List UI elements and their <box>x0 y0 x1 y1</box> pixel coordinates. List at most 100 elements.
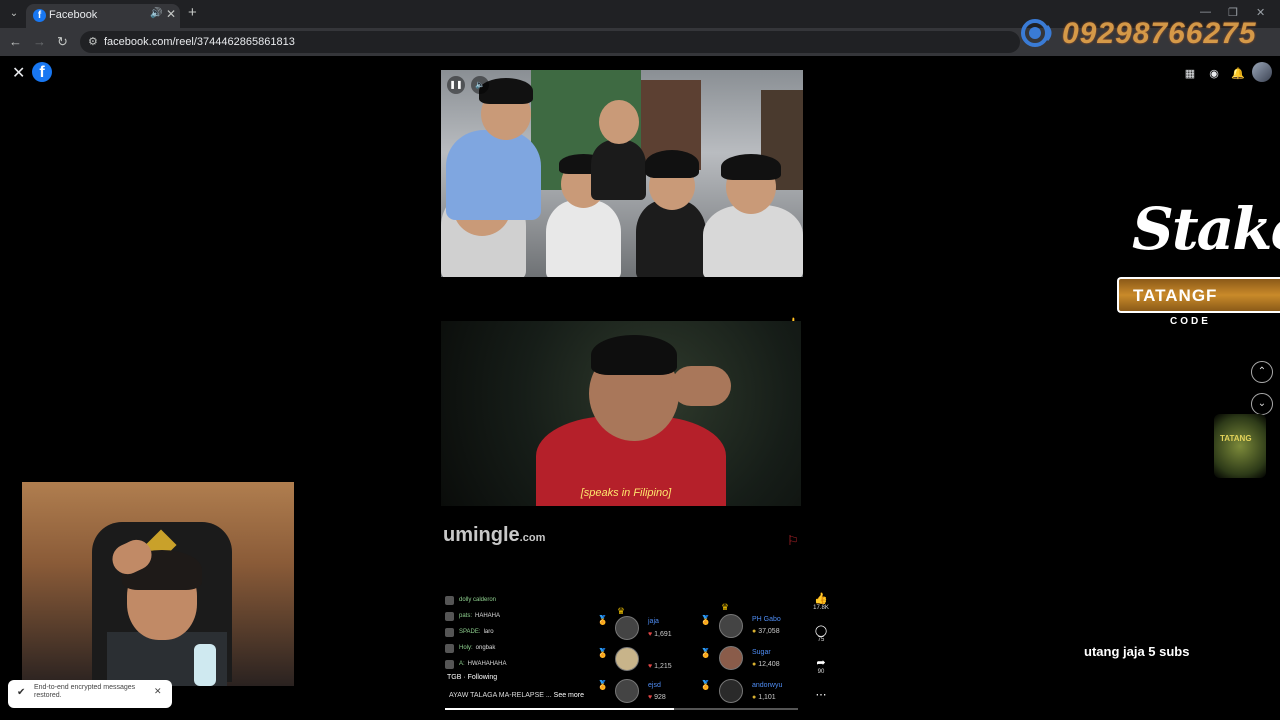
pause-icon[interactable]: ❚❚ <box>447 76 465 94</box>
chat-message: SPADE: laro <box>445 624 595 640</box>
comment-icon[interactable]: ◯ <box>812 624 830 637</box>
person-hair <box>591 335 677 375</box>
chat-message: Holy: ongbak <box>445 640 595 656</box>
close-reel-icon[interactable]: ✕ <box>12 63 25 83</box>
audio-playing-icon[interactable]: 🔊 <box>150 8 162 19</box>
check-icon: ✔ <box>17 687 26 698</box>
more-action[interactable]: ⋯ <box>812 688 830 701</box>
chat-text: laro <box>483 629 494 635</box>
like-count: 17.8K <box>813 605 829 611</box>
owner-name[interactable]: TGB <box>447 674 461 681</box>
chat-avatar <box>445 595 454 605</box>
gifter-name: Sugar <box>752 649 771 656</box>
gifter-avatar <box>615 616 639 640</box>
gifter-value: ● 1,101 <box>752 694 776 701</box>
gifter-name: jaja <box>648 618 659 625</box>
chat-message: dolly calderon <box>445 592 595 608</box>
gifter-avatar <box>615 679 639 703</box>
chat-username: Holy: <box>459 645 473 651</box>
person-hair <box>645 150 699 178</box>
gifter-name: andorwyu <box>752 682 783 689</box>
like-action[interactable]: 👍 17.8K <box>812 592 830 611</box>
crown-icon: ♛ <box>721 602 730 612</box>
profile-avatar[interactable] <box>1252 62 1272 82</box>
comment-action[interactable]: ◯ 75 <box>812 624 830 643</box>
reload-icon[interactable]: ↻ <box>57 34 68 50</box>
comment-count: 75 <box>817 637 825 643</box>
share-action[interactable]: ➦ 90 <box>812 656 830 675</box>
menu-grid-icon[interactable]: ▦ <box>1181 65 1199 83</box>
previous-reel-button[interactable]: ⌃ <box>1251 361 1273 383</box>
reel-owner[interactable]: TGB · Following <box>447 674 497 681</box>
gifter-avatar <box>719 646 743 670</box>
caption-text: AYAW TALAGA MA-RELAPSE ... <box>449 692 552 699</box>
notifications-icon[interactable]: 🔔 <box>1229 65 1247 83</box>
see-more-link[interactable]: See more <box>554 692 584 699</box>
medal-gold-icon: 🏅 <box>597 615 609 625</box>
gifter-name: ejsd <box>648 682 661 689</box>
facebook-logo-icon[interactable]: f <box>32 62 52 82</box>
toast-message: End-to-end encrypted messages restored. <box>34 684 136 699</box>
gifter-value: ● 12,408 <box>752 661 780 668</box>
video-progress-bar[interactable] <box>445 708 798 710</box>
gifter-value-number: 928 <box>654 694 666 701</box>
phone-logo-icon <box>1021 19 1052 47</box>
next-reel-button[interactable]: ⌄ <box>1251 393 1273 415</box>
url-text[interactable]: facebook.com/reel/3744462865861813 <box>104 36 295 48</box>
forward-icon[interactable]: → <box>33 34 46 49</box>
back-icon[interactable]: ← <box>9 34 22 49</box>
person-head <box>599 100 639 144</box>
chat-username: SPADE: <box>459 629 481 635</box>
chat-username: dolly calderon <box>459 597 497 603</box>
gifter-value-number: 1,691 <box>654 631 672 638</box>
chat-text: HAHAHA <box>475 613 501 619</box>
medal-bronze-icon: 🏅 <box>597 680 609 690</box>
person <box>636 200 706 277</box>
volume-icon[interactable]: 🔈 <box>471 76 489 94</box>
omnibox[interactable]: ⚙ facebook.com/reel/3744462865861813 <box>80 31 1020 53</box>
following-label[interactable]: · Following <box>463 674 497 681</box>
tab-close-button[interactable]: ✕ <box>166 7 176 21</box>
reel-caption: AYAW TALAGA MA-RELAPSE ... See more <box>449 692 584 699</box>
chat-username: pats: <box>459 613 473 619</box>
chat-message: A: HWAHAHAHA <box>445 656 595 672</box>
gifter-value: ♥ 928 <box>648 694 666 701</box>
toast-close-icon[interactable]: ✕ <box>154 686 162 697</box>
subs-note-overlay: utang jaja 5 subs <box>1084 644 1190 659</box>
gifter-value-number: 37,058 <box>758 628 780 635</box>
stake-logo: Stake <box>1132 195 1280 263</box>
reel-video-bottom[interactable]: [speaks in Filipino] <box>441 321 801 506</box>
share-count: 90 <box>817 669 825 675</box>
progress-fill <box>445 708 675 710</box>
promo-code-label: CODE <box>1170 316 1211 327</box>
flag-icon[interactable]: ⚐ <box>787 533 799 549</box>
gifter-value-number: 1,101 <box>758 694 776 701</box>
tab-search-icon[interactable]: ⌄ <box>6 6 22 22</box>
share-icon[interactable]: ➦ <box>812 656 830 669</box>
person-arm <box>671 366 731 406</box>
new-tab-button[interactable]: + <box>188 4 197 21</box>
tab-facebook[interactable]: f Facebook 🔊 ✕ <box>26 4 180 28</box>
reel-video-top[interactable]: ❚❚ 🔈 <box>441 70 803 277</box>
person <box>703 205 803 277</box>
chat-avatar <box>445 659 454 669</box>
sticker-logo: TATANG <box>1214 414 1266 478</box>
chat-text: ongbak <box>475 645 496 651</box>
watermark-suffix: .com <box>519 532 546 544</box>
site-info-icon[interactable]: ⚙ <box>88 35 98 48</box>
chat-avatar <box>445 643 454 653</box>
gifter-value-number: 12,408 <box>758 661 780 668</box>
medal-gold-icon: 🏅 <box>700 615 712 625</box>
medal-silver-icon: 🏅 <box>700 648 712 658</box>
messenger-icon[interactable]: ◉ <box>1205 65 1223 83</box>
chat-username: A: <box>459 661 465 667</box>
like-icon[interactable]: 👍 <box>812 592 830 605</box>
sticker-text: TATANG <box>1220 434 1252 443</box>
watermark-text: umingle <box>443 524 520 546</box>
umingle-watermark: umingle.com <box>443 524 545 547</box>
promo-code-box: TATANGF <box>1117 277 1280 313</box>
chat-avatar <box>445 627 454 637</box>
gifter-avatar <box>719 679 743 703</box>
more-icon[interactable]: ⋯ <box>812 688 830 701</box>
window-close-icon[interactable]: ✕ <box>1256 6 1265 19</box>
